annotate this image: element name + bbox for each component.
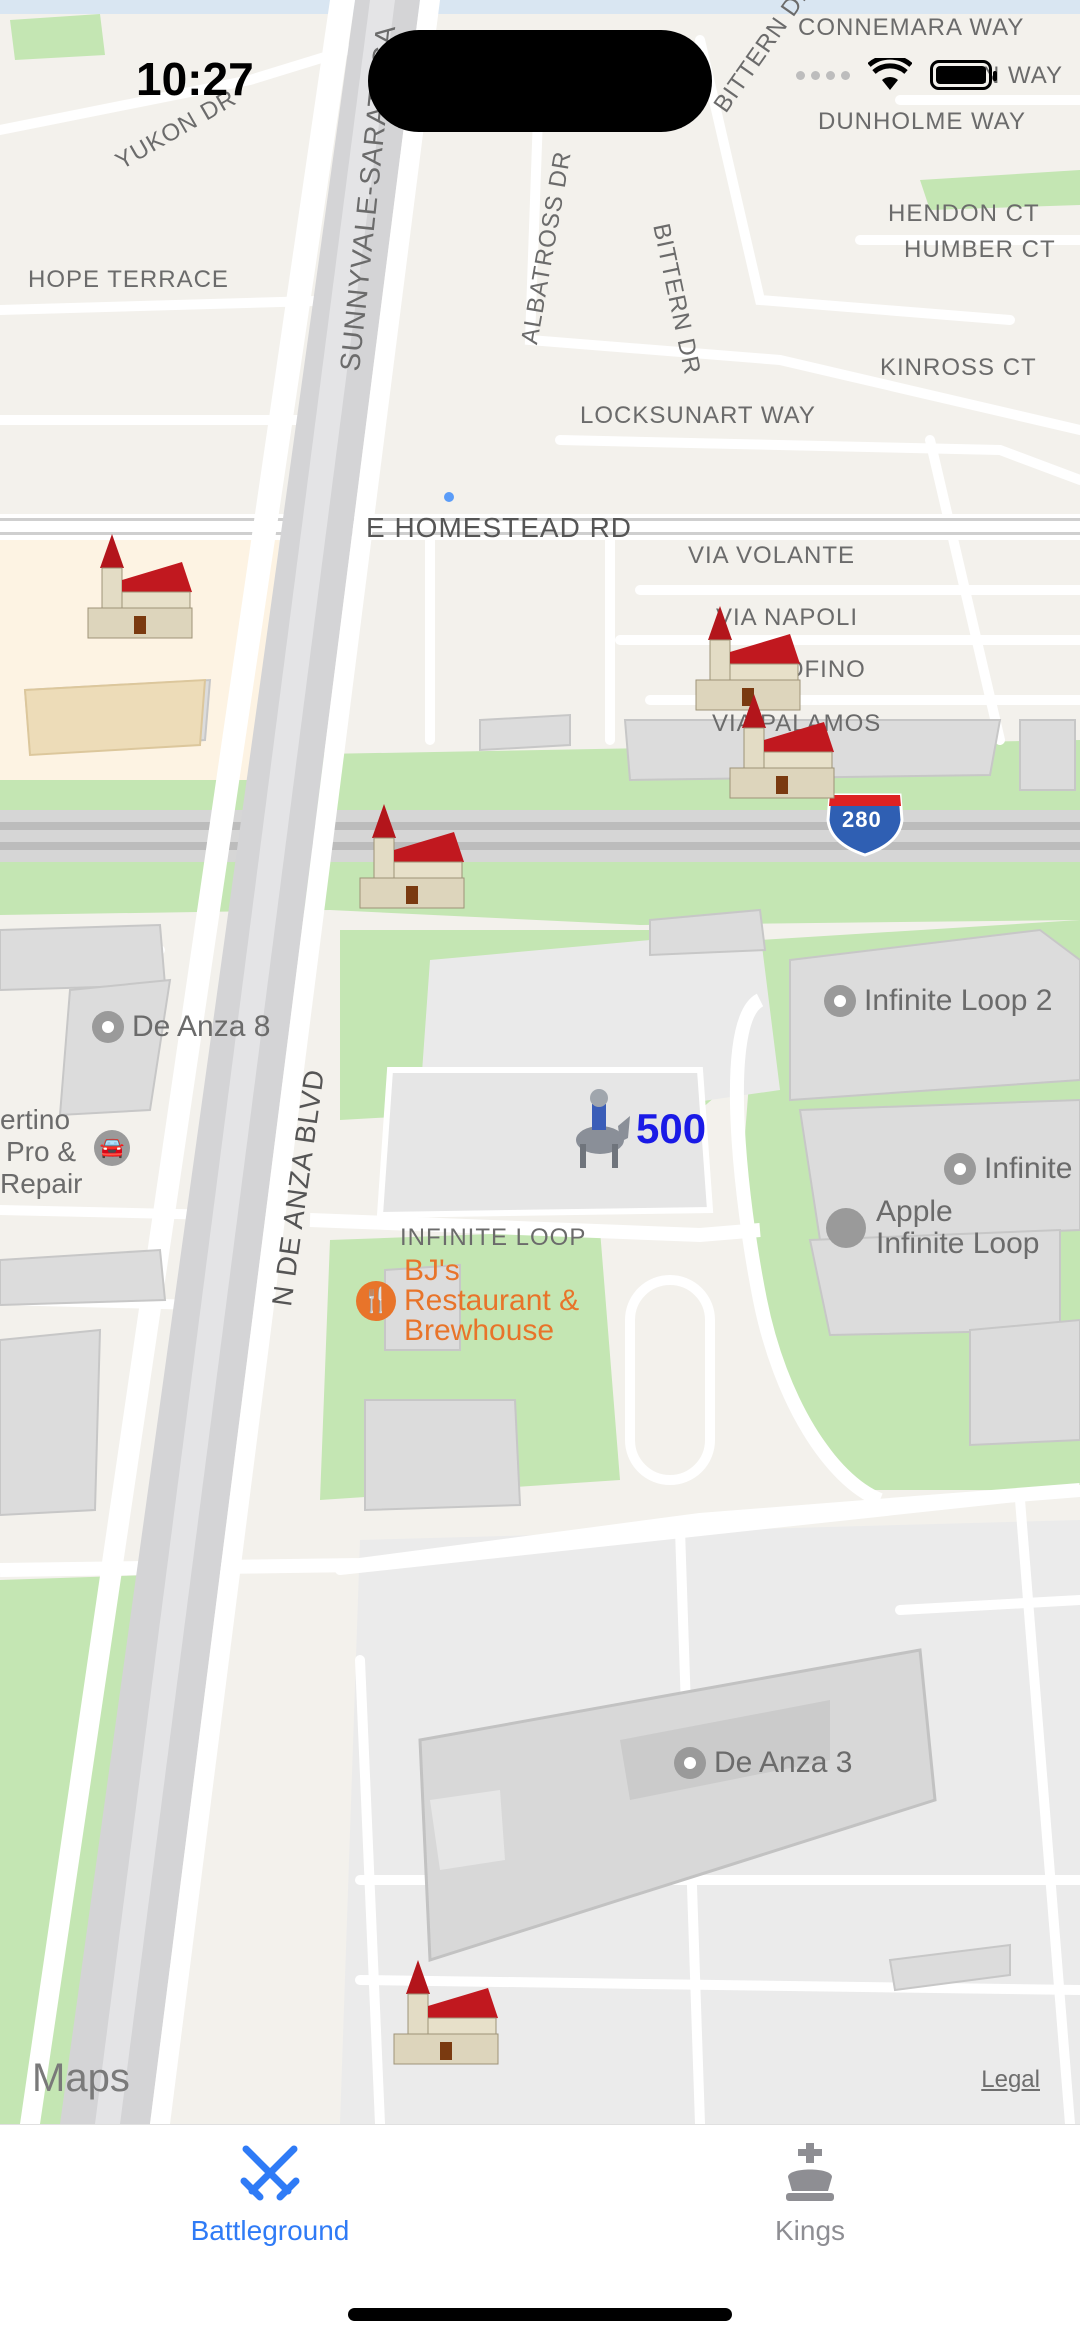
wifi-icon [868, 58, 912, 90]
poi-label: Infinite Loop [876, 1227, 1040, 1260]
tab-label: Kings [774, 2215, 846, 2246]
castle-icon[interactable] [82, 532, 198, 644]
poi-label: Infinite [984, 1152, 1073, 1185]
poi-de-anza-8[interactable]: De Anza 8 [92, 1010, 270, 1044]
poi-infinite-loop-2[interactable]: Infinite Loop 2 [824, 984, 1052, 1018]
restaurant-fork-knife-icon: 🍴 [356, 1281, 396, 1321]
status-icons [796, 58, 997, 92]
park-area [10, 14, 105, 60]
home-indicator [348, 2308, 732, 2321]
dynamic-island [368, 30, 712, 132]
poi-pin-icon [824, 985, 856, 1017]
player-marker[interactable]: 500 [566, 1086, 706, 1172]
poi-label: Pro & [6, 1136, 77, 1167]
tab-kings[interactable]: Kings [660, 2141, 960, 2291]
poi-infinite-partial[interactable]: Infinite [944, 1152, 1072, 1186]
castle-icon[interactable] [354, 802, 470, 914]
poi-label: Apple [876, 1195, 953, 1228]
castle-icon[interactable] [724, 692, 840, 804]
crossed-swords-icon [240, 2145, 300, 2201]
poi-apple-infinite-loop[interactable]: Apple Infinite Loop [826, 1196, 1039, 1260]
poi-label: Brewhouse [404, 1314, 555, 1347]
poi-label: De Anza 3 [714, 1746, 853, 1779]
car-icon: 🚘 [94, 1130, 130, 1166]
poi-de-anza-3[interactable]: De Anza 3 [674, 1746, 852, 1780]
legal-link[interactable]: Legal [981, 2066, 1040, 2094]
location-dot [444, 492, 454, 502]
player-score: 500 [636, 1105, 707, 1152]
poi-pin-icon [92, 1011, 124, 1043]
poi-auto-repair[interactable]: ertino Pro & Repair 🚘 [0, 1104, 130, 1200]
tab-label: Battleground [190, 2215, 350, 2246]
poi-label: De Anza 8 [132, 1010, 271, 1043]
poi-pin-icon [674, 1747, 706, 1779]
battery-icon [930, 60, 997, 90]
poi-label: ertino [0, 1104, 71, 1135]
poi-label: Restaurant & [404, 1284, 580, 1317]
poi-pin-icon [944, 1153, 976, 1185]
map-view[interactable] [0, 0, 1080, 2124]
king-crown-icon [786, 2143, 834, 2201]
knight-on-horse-icon [576, 1089, 630, 1168]
status-time: 10:27 [136, 53, 254, 105]
castle-icon[interactable] [388, 1958, 504, 2070]
maps-logo-text: Maps [32, 2056, 130, 2100]
poi-label: Repair [0, 1168, 83, 1199]
poi-label: BJ's [404, 1254, 460, 1287]
poi-bjs-restaurant[interactable]: 🍴 BJ's Restaurant & Brewhouse [356, 1256, 579, 1346]
cellular-dots-icon [796, 70, 850, 80]
poi-label: Infinite Loop 2 [864, 984, 1053, 1017]
apple-logo-icon [826, 1208, 866, 1248]
app-root: CONNEMARA WAY LIN WAY DUNHOLME WAY YUKON… [0, 0, 1080, 2341]
maps-logo: Maps [28, 2056, 130, 2101]
tab-battleground[interactable]: Battleground [120, 2141, 420, 2291]
